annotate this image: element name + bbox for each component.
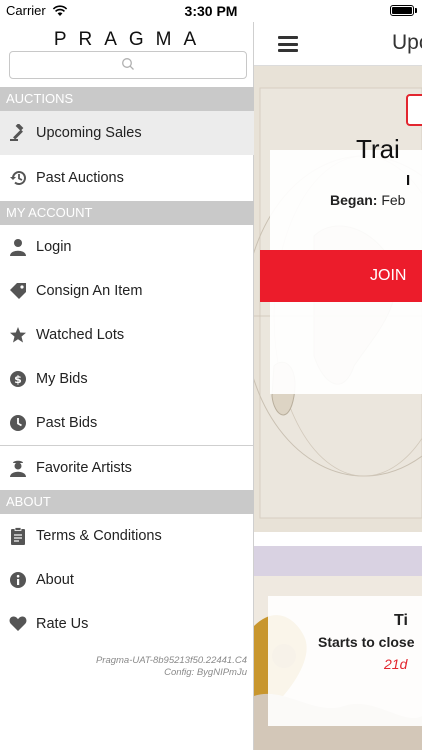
- search-input[interactable]: [9, 51, 247, 79]
- sidebar-item-login[interactable]: Login: [0, 225, 254, 269]
- sidebar-item-label: Watched Lots: [36, 327, 125, 343]
- section-my-account: MY ACCOUNT: [0, 201, 254, 225]
- join-button[interactable]: JOIN: [260, 250, 422, 302]
- main-content: Upc Trai I Began: Feb JOIN Ti Starts to …: [254, 22, 422, 750]
- sidebar-item-label: Consign An Item: [36, 283, 143, 299]
- svg-text:$: $: [14, 373, 22, 386]
- countdown: 21d: [384, 656, 408, 672]
- sidebar-item-my-bids[interactable]: $ My Bids: [0, 357, 254, 401]
- auction-card-2[interactable]: Ti Starts to close 21d: [254, 532, 422, 750]
- clock-time: 3:30 PM: [184, 3, 238, 19]
- tag-icon: [0, 282, 36, 300]
- sidebar-item-label: Favorite Artists: [36, 460, 132, 476]
- sidebar-item-label: Login: [36, 239, 72, 255]
- battery-icon: [390, 5, 414, 16]
- sidebar-item-label: Rate Us: [36, 616, 89, 632]
- page-title: Upc: [392, 31, 422, 54]
- auction-title-2: Ti: [394, 612, 408, 629]
- sidebar-item-terms[interactable]: Terms & Conditions: [0, 514, 254, 558]
- heart-icon: [0, 615, 36, 633]
- app-logo: PRAGMA: [53, 29, 209, 50]
- sidebar-item-consign[interactable]: Consign An Item: [0, 269, 254, 313]
- sidebar-item-label: Past Bids: [36, 415, 98, 431]
- battery-tip: [415, 8, 417, 13]
- auction-card[interactable]: Trai I Began: Feb JOIN: [254, 66, 422, 532]
- auction-badge: [406, 94, 422, 126]
- sidebar-item-label: Past Auctions: [36, 170, 124, 186]
- auction-subtitle: I: [406, 172, 411, 189]
- began-label: Began:: [330, 192, 378, 208]
- section-auctions: AUCTIONS: [0, 87, 254, 111]
- star-icon: [0, 326, 36, 344]
- version-info: Pragma-UAT-8b95213f50.22441.C4 Config: B…: [96, 655, 247, 679]
- sidebar-item-label: My Bids: [36, 371, 88, 387]
- clipboard-icon: [0, 527, 36, 545]
- sidebar-item-past-auctions[interactable]: Past Auctions: [0, 156, 254, 200]
- side-drawer: PRAGMA AUCTIONS Upcoming Sales Past Auct…: [0, 22, 254, 750]
- auction-title: Trai: [356, 134, 400, 164]
- sidebar-item-watched-lots[interactable]: Watched Lots: [0, 313, 254, 357]
- build-version: Pragma-UAT-8b95213f50.22441.C4: [95, 655, 247, 666]
- sidebar-item-favorite-artists[interactable]: Favorite Artists: [0, 446, 254, 490]
- status-bar: Carrier 3:30 PM: [0, 0, 422, 22]
- sidebar-item-label: About: [36, 572, 74, 588]
- clock-icon: [0, 414, 36, 432]
- artist-icon: [0, 459, 36, 477]
- info-icon: [0, 571, 36, 589]
- menu-icon[interactable]: [278, 36, 298, 52]
- sidebar-item-upcoming-sales[interactable]: Upcoming Sales: [0, 111, 254, 155]
- config-version: Config: BygNIPmJu: [164, 667, 247, 678]
- gavel-icon: [0, 124, 36, 142]
- sidebar-item-past-bids[interactable]: Past Bids: [0, 401, 254, 445]
- search-icon: [121, 57, 135, 76]
- history-icon: [0, 169, 36, 187]
- sidebar-item-rate-us[interactable]: Rate Us: [0, 602, 254, 646]
- dollar-icon: $: [0, 370, 36, 388]
- sidebar-item-about[interactable]: About: [0, 558, 254, 602]
- user-icon: [0, 238, 36, 256]
- sidebar-item-label: Terms & Conditions: [36, 528, 162, 544]
- section-about: ABOUT: [0, 490, 254, 514]
- sidebar-item-label: Upcoming Sales: [36, 125, 142, 141]
- began-date: Began: Feb: [330, 192, 405, 208]
- began-value: Feb: [381, 192, 406, 208]
- starts-to-close: Starts to close: [318, 634, 415, 650]
- top-bar: Upc: [254, 22, 422, 66]
